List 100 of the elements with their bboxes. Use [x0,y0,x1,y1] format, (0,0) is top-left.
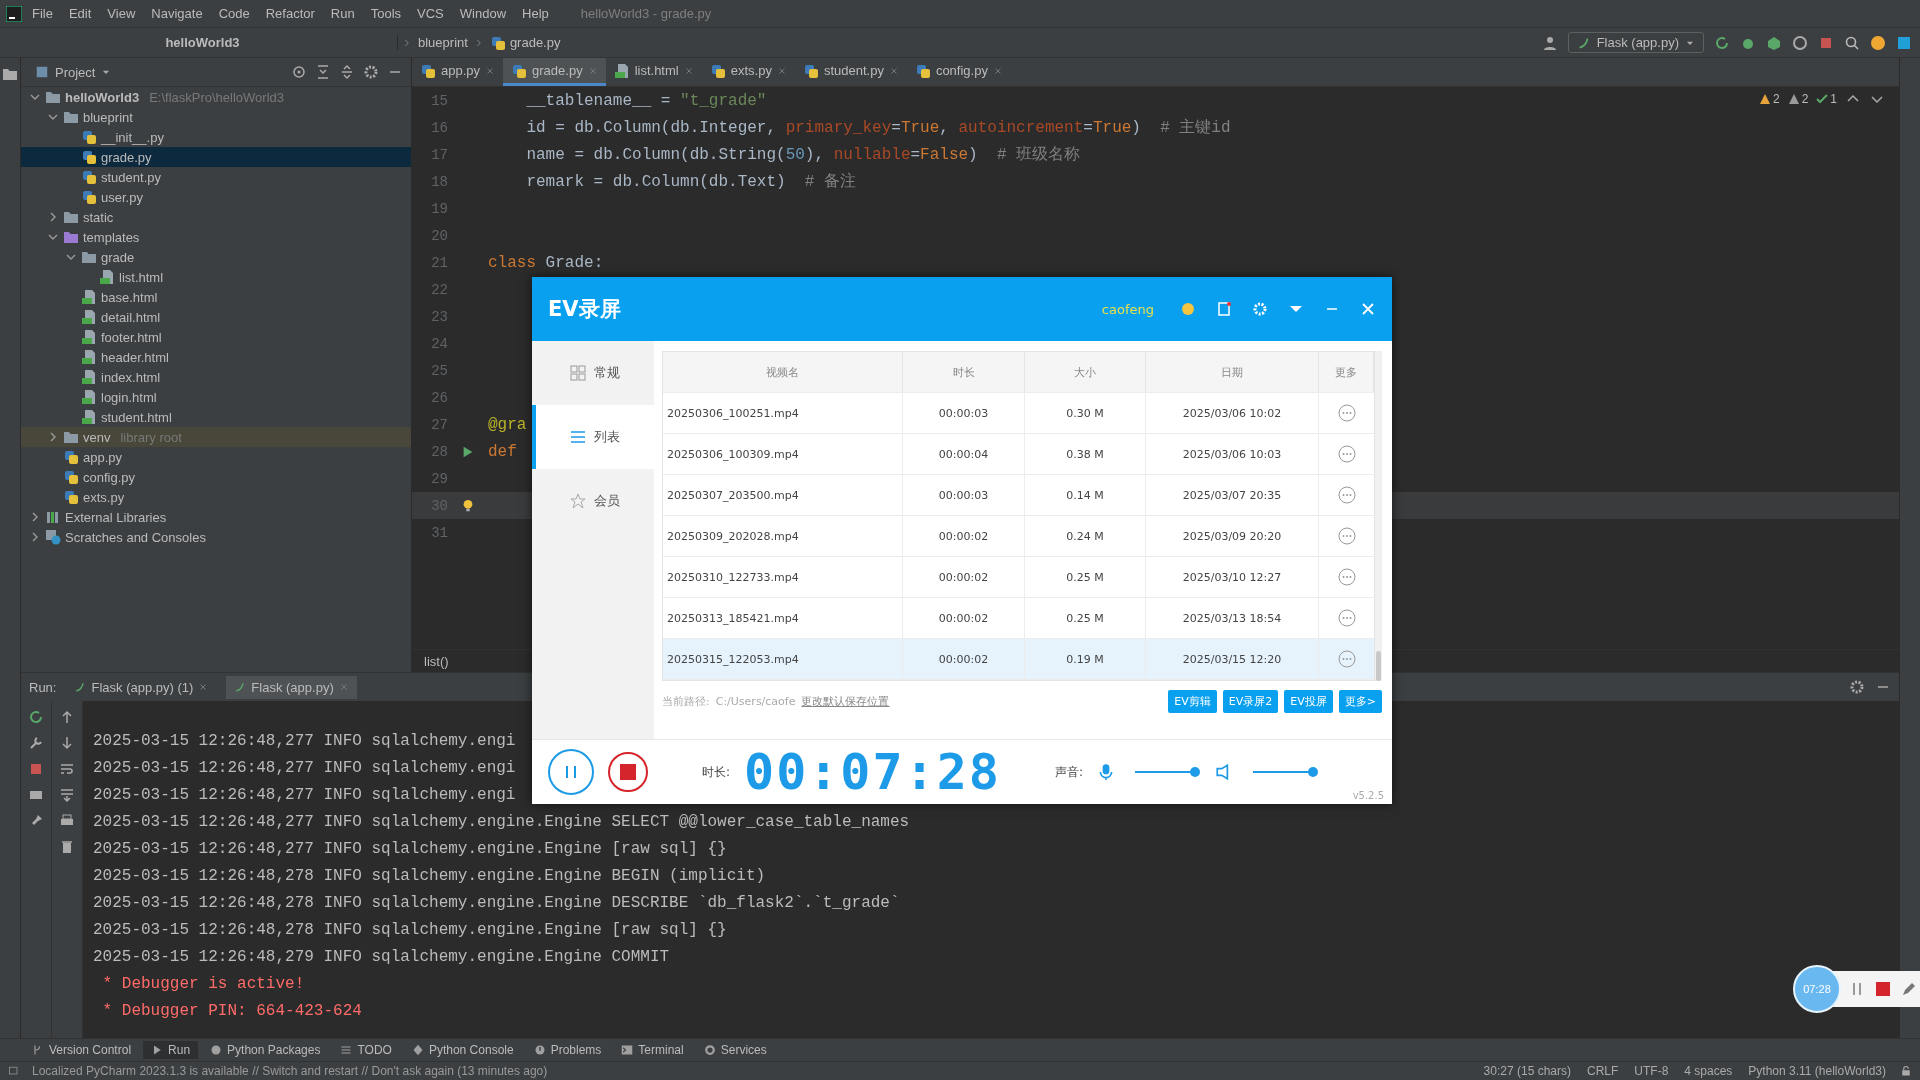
tree-item[interactable]: blueprint [21,107,411,127]
tree-item[interactable]: user.py [21,187,411,207]
menu-item[interactable]: File [26,4,59,23]
tree-item[interactable]: config.py [21,467,411,487]
menu-item[interactable]: View [101,4,142,23]
tree-item[interactable]: External Libraries [21,507,411,527]
table-row[interactable]: 20250306_100309.mp4 00:00:04 0.38 M 2025/03/06 10:03 [663,434,1374,475]
editor-tab[interactable]: student.py [794,58,907,86]
close-icon[interactable] [888,65,899,76]
editor-tab[interactable]: config.py [906,58,1011,86]
editor-tab[interactable]: grade.py [503,58,606,86]
chevron-icon[interactable] [48,232,58,242]
scrollbar[interactable] [1375,351,1382,681]
wrench-icon[interactable] [28,735,44,751]
chevron-icon[interactable] [30,532,40,542]
tree-item[interactable]: detail.html [21,307,411,327]
folder-icon[interactable] [2,66,18,82]
trash-icon[interactable] [59,839,75,855]
tree-item[interactable]: student.py [21,167,411,187]
table-row[interactable]: 20250315_122053.mp4 00:00:02 0.19 M 2025/03/15 12:20 [663,639,1374,680]
tree-item[interactable]: login.html [21,387,411,407]
change-path-link[interactable]: 更改默认保存位置 [801,693,890,709]
app-link-button[interactable]: EV剪辑 [1168,689,1217,713]
menu-item[interactable]: Tools [364,4,408,23]
stop-icon[interactable] [28,761,44,777]
rerun-icon[interactable] [1714,34,1730,51]
status-item[interactable]: CRLF [1585,1064,1621,1078]
menu-item[interactable]: Code [212,4,256,23]
close-icon[interactable] [1360,301,1376,317]
chevron-icon[interactable] [30,92,40,102]
app-link-button[interactable]: EV录屏2 [1222,689,1279,713]
stop-icon[interactable] [1875,981,1891,997]
table-row[interactable]: 20250310_122733.mp4 00:00:02 0.25 M 2025/03/10 12:27 [663,557,1374,598]
chevron-icon[interactable] [30,512,40,522]
table-row[interactable]: 20250309_202028.mp4 00:00:02 0.24 M 2025/03/09 20:20 [663,516,1374,557]
logo-icon[interactable] [1896,34,1912,51]
table-row[interactable]: 20250307_203500.mp4 00:00:03 0.14 M 2025/03/07 20:35 [663,475,1374,516]
user-icon[interactable] [1541,34,1558,51]
chevron-icon[interactable] [48,212,58,222]
tree-item[interactable]: helloWorld3 E:\flaskPro\helloWorld3 [21,87,411,107]
more-icon[interactable] [1337,404,1356,422]
tool-window-button[interactable]: Services [695,1041,775,1059]
menu-item[interactable]: Help [516,4,555,23]
close-icon[interactable] [776,65,787,76]
status-item[interactable]: Python 3.11 (helloWorld3) [1746,1064,1888,1078]
chevron-icon[interactable] [48,432,58,442]
more-icon[interactable] [1337,609,1356,627]
status-item[interactable]: 30:27 (15 chars) [1481,1064,1573,1078]
menu-item[interactable]: Edit [62,4,98,23]
document-icon[interactable] [1216,301,1232,317]
editor-tab[interactable]: exts.py [701,58,795,86]
tree-item[interactable]: templates [21,227,411,247]
menu-item[interactable]: Refactor [259,4,321,23]
more-icon[interactable] [1337,568,1356,586]
scroll-end-icon[interactable] [59,787,75,803]
target-icon[interactable] [291,64,307,80]
more-icon[interactable] [1337,486,1356,504]
editor-tab[interactable]: app.py [412,58,504,86]
tool-window-button[interactable]: TODO [332,1041,400,1059]
tree-item[interactable]: list.html [21,267,411,287]
tree-item[interactable]: grade.py [21,147,411,167]
tree-item[interactable]: __init__.py [21,127,411,147]
menu-item[interactable]: VCS [411,4,450,23]
sidebar-tab[interactable]: 常规 [532,341,654,405]
tree-item[interactable]: student.html [21,407,411,427]
tree-item[interactable]: exts.py [21,487,411,507]
tool-window-button[interactable]: Problems [525,1041,610,1059]
project-view-dropdown[interactable]: Project [29,63,118,81]
close-icon[interactable] [198,682,209,692]
sidebar-tab[interactable]: 会员 [532,469,654,533]
close-icon[interactable] [992,65,1003,76]
menu-item[interactable]: Window [453,4,513,23]
menu-item[interactable]: Run [324,4,361,23]
pen-icon[interactable] [1901,981,1917,997]
tree-item[interactable]: header.html [21,347,411,367]
tool-window-button[interactable]: Terminal [613,1041,692,1059]
tree-item[interactable]: footer.html [21,327,411,347]
tool-window-button[interactable]: Python Packages [202,1041,329,1059]
tool-window-button[interactable]: Run [143,1041,199,1059]
breadcrumb[interactable]: blueprint [416,35,470,50]
tool-window-button[interactable]: Python Console [403,1041,522,1059]
app-link-button[interactable]: EV投屏 [1284,689,1333,713]
chevron-icon[interactable] [48,112,58,122]
code-breadcrumb[interactable]: list() [424,653,449,669]
stop-button[interactable] [608,752,648,792]
run-tab[interactable]: Flask (app.py) [226,675,357,699]
more-icon[interactable] [1337,445,1356,463]
more-icon[interactable] [1337,527,1356,545]
more-icon[interactable] [1337,650,1356,668]
expand-icon[interactable] [339,64,355,80]
tree-item[interactable]: venv library root [21,427,411,447]
tree-item[interactable]: grade [21,247,411,267]
chevron-icon[interactable] [66,252,76,262]
tool-window-button[interactable]: Version Control [24,1041,140,1059]
run-config-dropdown[interactable]: Flask (app.py) [1567,32,1704,53]
tree-item[interactable]: base.html [21,287,411,307]
tree-item[interactable]: index.html [21,367,411,387]
close-icon[interactable] [485,65,496,76]
wrap-icon[interactable] [59,761,75,777]
menu-item[interactable]: Navigate [145,4,209,23]
